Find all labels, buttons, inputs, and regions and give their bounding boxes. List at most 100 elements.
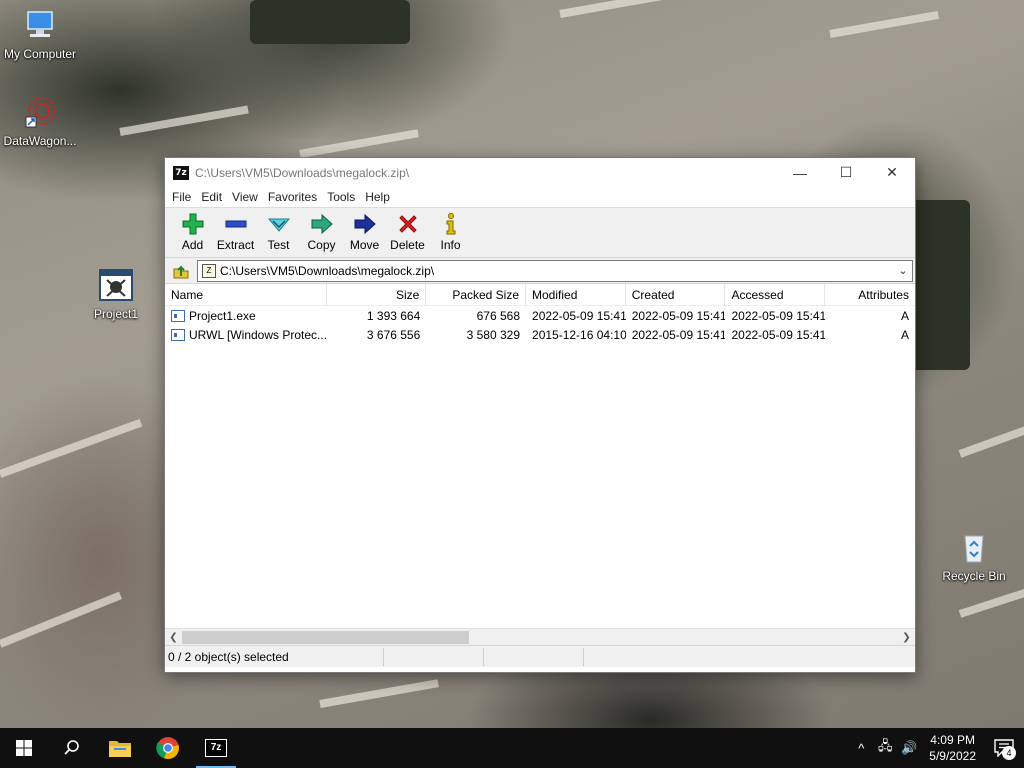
file-created: 2022-05-09 15:41 — [631, 327, 726, 342]
system-tray: ^ 🖧 🔊 4:09 PM 5/9/2022 4 — [849, 728, 1024, 768]
desktop-icon-label: DataWagon... — [3, 134, 77, 148]
wallpaper-road-line — [958, 422, 1024, 458]
7zip-taskbar-button[interactable]: 7z — [192, 728, 240, 768]
column-name[interactable]: Name — [165, 284, 327, 306]
add-label: Add — [181, 238, 204, 252]
desktop-icon-label: My Computer — [3, 47, 77, 61]
title-bar[interactable]: 7z C:\Users\VM5\Downloads\megalock.zip\ … — [165, 158, 915, 187]
search-button[interactable] — [48, 728, 96, 768]
horizontal-scrollbar[interactable]: ❮ ❯ — [165, 628, 915, 645]
delete-label: Delete — [390, 238, 425, 252]
file-modified: 2015-12-16 04:10 — [532, 327, 626, 342]
close-button[interactable]: ✕ — [869, 158, 915, 187]
menu-view[interactable]: View — [227, 190, 263, 204]
column-created[interactable]: Created — [626, 284, 726, 306]
wallpaper-tank — [250, 0, 410, 44]
desktop-icon-project1[interactable]: Project1 — [76, 268, 156, 321]
notification-badge: 4 — [1002, 746, 1016, 760]
address-input[interactable] — [220, 263, 894, 278]
file-created: 2022-05-09 15:41 — [631, 308, 726, 323]
notification-center-button[interactable]: 4 — [984, 728, 1024, 768]
file-size: 3 676 556 — [366, 327, 421, 342]
address-field[interactable]: Z ⌄ — [197, 259, 913, 282]
search-icon — [64, 740, 79, 755]
add-button[interactable]: Add — [171, 212, 214, 252]
exe-file-icon — [171, 309, 185, 322]
wallpaper-road-line — [299, 129, 419, 158]
clock[interactable]: 4:09 PM 5/9/2022 — [921, 732, 984, 764]
info-label: Info — [440, 238, 461, 252]
wallpaper-road-line — [829, 10, 940, 38]
status-selection: 0 / 2 object(s) selected — [165, 647, 384, 666]
datawagon-icon — [22, 95, 58, 131]
7zip-window: 7z C:\Users\VM5\Downloads\megalock.zip\ … — [164, 157, 916, 673]
scroll-thumb[interactable] — [182, 630, 469, 644]
test-label: Test — [267, 238, 290, 252]
wallpaper-road-line — [0, 591, 123, 648]
chrome-button[interactable] — [144, 728, 192, 768]
file-packed-size: 676 568 — [476, 308, 521, 323]
column-size[interactable]: Size — [327, 284, 427, 306]
scroll-right-icon[interactable]: ❯ — [898, 632, 915, 643]
file-explorer-button[interactable] — [96, 728, 144, 768]
chrome-icon — [156, 737, 179, 760]
file-attributes: A — [900, 327, 909, 342]
taskbar: 7z ^ 🖧 🔊 4:09 PM 5/9/2022 4 — [0, 728, 1024, 768]
menu-bar: File Edit View Favorites Tools Help — [165, 187, 915, 208]
desktop-icon-datawagon[interactable]: DataWagon... — [0, 95, 80, 148]
extract-icon — [225, 220, 246, 228]
menu-help[interactable]: Help — [360, 190, 395, 204]
project1-icon — [98, 268, 134, 304]
maximize-button[interactable]: ☐ — [823, 158, 869, 187]
file-attributes: A — [900, 308, 909, 323]
table-row[interactable]: Project1.exe 1 393 664 676 568 2022-05-0… — [165, 306, 915, 325]
desktop-icon-label: Recycle Bin — [942, 569, 1006, 583]
scroll-track[interactable] — [182, 630, 898, 644]
desktop-icon-my-computer[interactable]: My Computer — [0, 8, 80, 61]
file-modified: 2022-05-09 15:41 — [532, 308, 626, 323]
minimize-button[interactable]: — — [777, 158, 823, 187]
move-icon — [354, 213, 376, 235]
table-row[interactable]: URWL [Windows Protec... 3 676 556 3 580 … — [165, 325, 915, 344]
column-attributes[interactable]: Attributes — [825, 284, 915, 306]
move-button[interactable]: Move — [343, 212, 386, 252]
menu-file[interactable]: File — [167, 190, 196, 204]
test-button[interactable]: Test — [257, 212, 300, 252]
extract-button[interactable]: Extract — [214, 212, 257, 252]
copy-button[interactable]: Copy — [300, 212, 343, 252]
desktop-icon-recycle-bin[interactable]: Recycle Bin — [934, 530, 1014, 583]
network-icon[interactable]: 🖧 — [873, 737, 897, 759]
status-bar: 0 / 2 object(s) selected — [165, 645, 915, 667]
file-name: URWL [Windows Protec... — [189, 327, 327, 342]
chevron-down-icon[interactable]: ⌄ — [894, 264, 912, 277]
up-folder-button[interactable] — [169, 260, 193, 282]
copy-icon — [311, 213, 333, 235]
file-packed-size: 3 580 329 — [466, 327, 521, 342]
wallpaper-road-line — [559, 0, 679, 18]
status-cell — [384, 647, 484, 666]
wallpaper-road-line — [319, 679, 439, 708]
delete-button[interactable]: Delete — [386, 212, 429, 252]
windows-start-icon — [16, 740, 32, 756]
menu-edit[interactable]: Edit — [196, 190, 227, 204]
status-cell — [484, 647, 584, 666]
file-list: Name Size Packed Size Modified Created A… — [165, 284, 915, 628]
clock-date: 5/9/2022 — [929, 749, 976, 763]
status-cell — [584, 648, 915, 666]
info-button[interactable]: Info — [429, 212, 472, 252]
wallpaper-road-line — [958, 585, 1024, 618]
column-packed-size[interactable]: Packed Size — [426, 284, 527, 306]
menu-tools[interactable]: Tools — [322, 190, 360, 204]
chevron-up-icon[interactable]: ^ — [849, 741, 873, 756]
volume-icon[interactable]: 🔊 — [897, 740, 921, 756]
column-header-row: Name Size Packed Size Modified Created A… — [165, 284, 915, 306]
column-modified[interactable]: Modified — [526, 284, 626, 306]
start-button[interactable] — [0, 728, 48, 768]
column-accessed[interactable]: Accessed — [725, 284, 826, 306]
info-icon — [446, 213, 455, 235]
scroll-left-icon[interactable]: ❮ — [165, 632, 182, 643]
move-label: Move — [349, 238, 380, 252]
test-icon — [267, 218, 290, 232]
menu-favorites[interactable]: Favorites — [263, 190, 322, 204]
address-bar: Z ⌄ — [165, 258, 915, 284]
